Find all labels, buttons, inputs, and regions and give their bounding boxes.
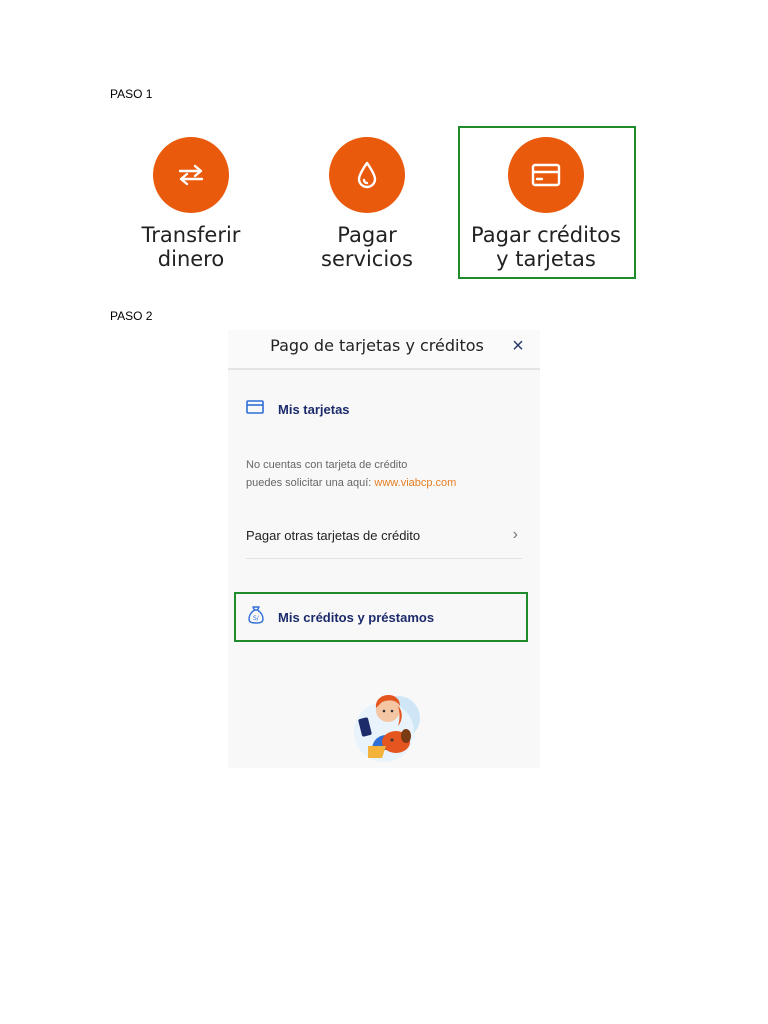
transfer-money-label: Transferir dinero xyxy=(141,223,241,271)
pay-services-button[interactable]: Pagar servicios xyxy=(282,137,452,271)
my-cards-label: Mis tarjetas xyxy=(278,402,350,417)
water-drop-icon xyxy=(329,137,405,213)
svg-text:S/: S/ xyxy=(253,615,260,622)
step-2-label: PASO 2 xyxy=(110,309,153,323)
pay-other-cards-row[interactable]: Pagar otras tarjetas de crédito › xyxy=(246,522,522,559)
my-credits-loans-row[interactable]: S/ Mis créditos y préstamos xyxy=(234,592,528,642)
no-cards-prefix: puedes solicitar una aquí: xyxy=(246,477,375,489)
woman-with-dog-illustration xyxy=(342,680,426,764)
pay-other-cards-label: Pagar otras tarjetas de crédito xyxy=(246,528,421,543)
transfer-money-button[interactable]: Transferir dinero xyxy=(106,137,276,271)
transfer-arrows-icon xyxy=(153,137,229,213)
payment-panel: Pago de tarjetas y créditos × Mis tarjet… xyxy=(228,330,540,768)
panel-title: Pago de tarjetas y créditos xyxy=(270,336,484,355)
money-bag-icon: S/ xyxy=(248,605,264,629)
pay-services-label: Pagar servicios xyxy=(321,223,413,271)
no-cards-line: No cuentas con tarjeta de crédito xyxy=(246,459,408,471)
close-button[interactable]: × xyxy=(508,336,528,356)
chevron-right-icon: › xyxy=(512,526,518,543)
my-credits-loans-label: Mis créditos y préstamos xyxy=(278,609,435,625)
card-icon xyxy=(246,400,264,419)
step-1-label: PASO 1 xyxy=(110,87,153,101)
my-cards-row[interactable]: Mis tarjetas xyxy=(246,400,350,419)
no-cards-message: No cuentas con tarjeta de crédito puedes… xyxy=(246,456,456,492)
panel-header: Pago de tarjetas y créditos × xyxy=(228,330,540,370)
step1-highlight-box xyxy=(458,126,636,279)
viabcp-link[interactable]: www.viabcp.com xyxy=(374,477,456,489)
